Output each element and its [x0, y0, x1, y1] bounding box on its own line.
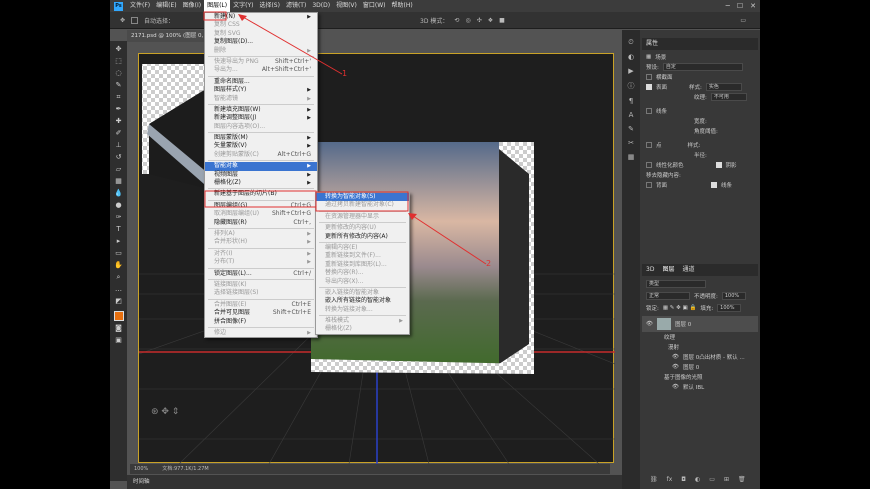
arrow-2-head	[408, 213, 417, 220]
arrow-1-head	[238, 14, 247, 21]
tutorial-annotations: 1 2	[203, 11, 491, 268]
arrow-1-line	[242, 16, 343, 75]
annotation-number-2: 2	[486, 259, 491, 268]
layer-menu-highlight	[203, 11, 227, 21]
annotation-number-1: 1	[342, 69, 347, 78]
smart-object-highlight	[204, 190, 317, 208]
convert-highlight	[315, 191, 409, 212]
arrow-2-line	[412, 215, 487, 265]
photoshop-window: Ps 文件(F) 编辑(E) 图像(I) 图层(L) 文字(Y) 选择(S) 滤…	[110, 0, 760, 489]
